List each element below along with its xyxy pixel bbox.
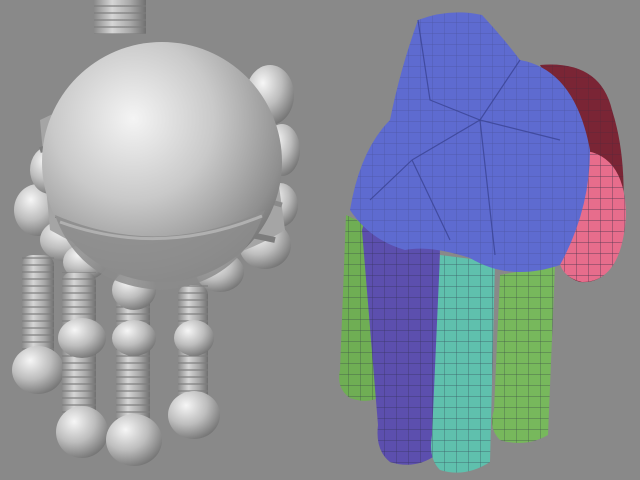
right-palm [350,12,590,273]
left-wrist [94,0,146,34]
left-finger-4 [168,285,220,439]
viewport-canvas[interactable] [0,0,640,480]
left-finger-3 [106,270,162,466]
3d-viewport[interactable] [0,0,640,480]
left-finger-1 [12,255,64,394]
left-hand-model[interactable] [12,0,300,466]
right-finger-ring [492,265,555,444]
right-finger-middle [431,255,495,473]
left-finger-2 [56,272,108,458]
right-hand-model[interactable] [339,12,626,473]
